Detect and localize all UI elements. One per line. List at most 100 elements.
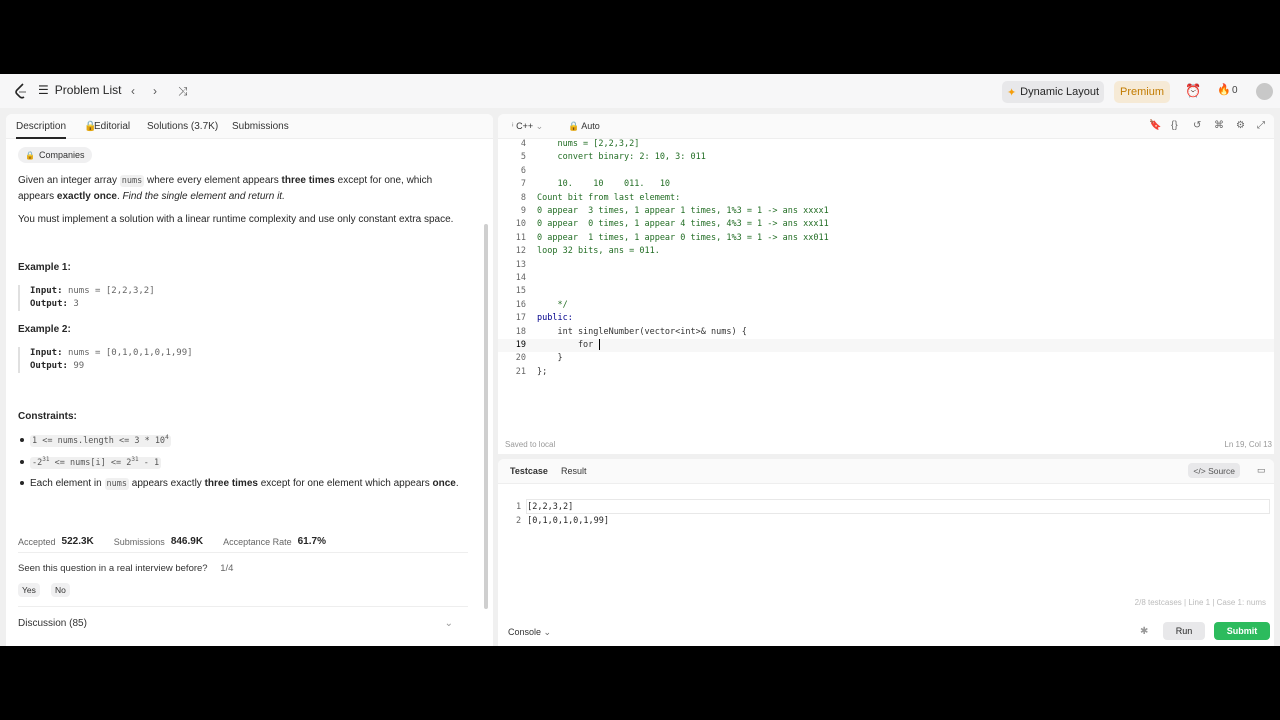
constraint-3-bold1: three times bbox=[204, 478, 258, 489]
code-line: 4 nums = [2,2,3,2] bbox=[520, 139, 640, 149]
example-2-box: Input: nums = [0,1,0,1,0,1,99] Output: 9… bbox=[18, 347, 470, 373]
example-2-input: nums = [0,1,0,1,0,1,99] bbox=[67, 348, 193, 358]
code-line: 18 int singleNumber(vector<int>& nums) { bbox=[515, 326, 747, 337]
yes-button[interactable]: Yes bbox=[18, 583, 40, 597]
intro-text-2: where every element appears bbox=[144, 175, 282, 186]
tab-testcase[interactable]: Testcase bbox=[510, 466, 548, 476]
constraint-3-bold2: once bbox=[432, 478, 456, 489]
description-tabs: Description 🔒 Editorial Solutions (3.7K)… bbox=[6, 114, 493, 139]
interview-count: 1/4 bbox=[220, 563, 234, 574]
companies-label: Companies bbox=[38, 150, 85, 160]
testcase-line[interactable]: 1 [2,2,3,2] bbox=[516, 502, 573, 512]
intro-bold-2: exactly once bbox=[56, 191, 117, 202]
intro-italic: Find the single element and return it. bbox=[122, 191, 285, 202]
prev-problem-icon[interactable]: ‹ bbox=[131, 84, 135, 98]
output-label: Output: bbox=[30, 361, 68, 371]
console-toggle[interactable]: Console ⌄ bbox=[508, 627, 551, 638]
chevron-down-icon: ⌄ bbox=[535, 121, 544, 131]
top-navbar: ☰ Problem List ‹ › ⤨ ✦ Dynamic Layout Pr… bbox=[0, 74, 1280, 108]
description-panel: Description 🔒 Editorial Solutions (3.7K)… bbox=[6, 114, 493, 646]
code-line: 90 appear 3 times, 1 appear 1 times, 1%3… bbox=[520, 206, 829, 216]
alarm-clock-icon[interactable]: ⏰ bbox=[1185, 83, 1201, 99]
input-label: Input: bbox=[30, 286, 63, 296]
code-line: 13 bbox=[515, 259, 526, 270]
example-1-box: Input: nums = [2,2,3,2] Output: 3 bbox=[18, 285, 470, 311]
divider bbox=[18, 606, 468, 607]
accepted-label: Accepted bbox=[18, 536, 56, 547]
code-line: 7 10. 10 011. 10 bbox=[520, 179, 671, 190]
submissions-value: 846.9K bbox=[170, 536, 204, 547]
sparkle-icon: ✦ bbox=[1006, 86, 1017, 99]
expand-icon[interactable]: ⤢ bbox=[1257, 120, 1265, 131]
input-label: Input: bbox=[30, 348, 63, 358]
code-line: 16 */ bbox=[515, 299, 568, 310]
source-label: Source bbox=[1208, 465, 1235, 476]
discussion-label: Discussion (85) bbox=[18, 618, 87, 629]
leetcode-logo-icon[interactable] bbox=[14, 83, 28, 99]
code-line: 10 0 appear 0 times, 1 appear 4 times, 4%… bbox=[515, 219, 829, 230]
constraint-2: -231 <= nums[i] <= 231 - 1 bbox=[20, 456, 162, 469]
tab-solutions[interactable]: Solutions (3.7K) bbox=[147, 121, 218, 132]
description-scrollbar[interactable] bbox=[484, 224, 488, 609]
constraint-3: Each element in nums appears exactly thr… bbox=[20, 478, 459, 490]
debug-bug-icon[interactable]: ✱ bbox=[1140, 626, 1148, 637]
constraint-2-b-sup: 31 bbox=[131, 456, 139, 463]
tab-result[interactable]: Result bbox=[561, 466, 587, 476]
auto-mode-toggle[interactable]: 🔒 Auto bbox=[568, 121, 600, 132]
code-line: 12 loop 32 bits, ans = 011. bbox=[515, 246, 660, 257]
source-toggle-button[interactable]: </> Source bbox=[1188, 463, 1240, 478]
no-button[interactable]: No bbox=[51, 583, 70, 597]
next-problem-icon[interactable]: › bbox=[153, 84, 157, 98]
intro-bold-1: three times bbox=[281, 175, 335, 186]
testcase-line[interactable]: 2 [0,1,0,1,0,1,99] bbox=[516, 516, 609, 526]
premium-button[interactable]: Premium bbox=[1114, 81, 1170, 103]
code-editor-panel: ⁱ C++ ⌄ 🔒 Auto 🔖 {} ↺ ⌘ ⚙ ⤢ 4 nums = [2,… bbox=[498, 114, 1274, 454]
accepted-value: 522.3K bbox=[61, 536, 94, 547]
divider bbox=[18, 552, 468, 553]
code-line: 11 0 appear 1 times, 1 appear 0 times, 1%… bbox=[515, 232, 829, 243]
streak-fire-icon[interactable]: 🔥 bbox=[1217, 83, 1231, 96]
code-line: 5 convert binary: 2: 10, 3: 011 bbox=[520, 152, 706, 163]
language-select[interactable]: ⁱ C++ ⌄ bbox=[512, 121, 543, 132]
list-icon: ☰ bbox=[38, 83, 49, 97]
interview-question-text: Seen this question in a real interview b… bbox=[18, 563, 208, 574]
problem-list-button[interactable]: ☰ Problem List bbox=[38, 83, 121, 97]
tab-editorial[interactable]: Editorial bbox=[94, 121, 130, 132]
example-2-output: 99 bbox=[73, 361, 85, 371]
run-button[interactable]: Run bbox=[1163, 622, 1205, 640]
example-1-title: Example 1: bbox=[18, 262, 71, 273]
testcase-tabs: Testcase Result </> Source ▭ bbox=[498, 459, 1274, 484]
settings-gear-icon[interactable]: ⚙ bbox=[1236, 120, 1245, 131]
discussion-row[interactable]: Discussion (85) ⌄ bbox=[18, 616, 463, 631]
constraint-3-t1: Each element in bbox=[30, 478, 105, 489]
streak-count: 0 bbox=[1232, 85, 1238, 96]
code-line-current: 19 for bbox=[498, 339, 1274, 353]
panel-layout-icon[interactable]: ▭ bbox=[1257, 465, 1266, 476]
code-line: 6 bbox=[520, 165, 526, 176]
code-line: 14 bbox=[515, 273, 526, 283]
chevron-down-icon: ⌄ bbox=[543, 627, 552, 637]
language-label: C++ bbox=[516, 121, 534, 131]
intro-text-1: Given an integer array bbox=[18, 175, 120, 186]
reset-icon[interactable]: ↺ bbox=[1193, 120, 1201, 131]
tab-submissions[interactable]: Submissions bbox=[232, 121, 289, 132]
lock-icon: 🔒 bbox=[568, 121, 580, 131]
shuffle-icon[interactable]: ⤨ bbox=[178, 84, 188, 99]
dynamic-layout-button[interactable]: ✦ Dynamic Layout bbox=[1002, 81, 1104, 103]
format-braces-icon[interactable]: {} bbox=[1171, 120, 1178, 131]
leetcode-app: ☰ Problem List ‹ › ⤨ ✦ Dynamic Layout Pr… bbox=[0, 74, 1280, 646]
testcase-input-highlight bbox=[526, 499, 1270, 514]
user-avatar[interactable] bbox=[1256, 83, 1273, 100]
companies-tag[interactable]: 🔒 Companies bbox=[18, 147, 92, 163]
code-line: 20 } bbox=[515, 353, 563, 364]
shortcut-icon[interactable]: ⌘ bbox=[1214, 120, 1224, 131]
example-1-input: nums = [2,2,3,2] bbox=[67, 286, 155, 296]
tab-description[interactable]: Description bbox=[16, 121, 67, 139]
constraint-3-t2: appears exactly bbox=[128, 478, 205, 489]
bookmark-icon[interactable]: 🔖 bbox=[1149, 120, 1161, 131]
acceptance-rate-value: 61.7% bbox=[297, 536, 326, 547]
console-label: Console bbox=[508, 627, 542, 637]
chevron-down-icon: ⌄ bbox=[444, 618, 453, 629]
submit-button[interactable]: Submit bbox=[1214, 622, 1270, 640]
text-caret bbox=[599, 339, 601, 350]
